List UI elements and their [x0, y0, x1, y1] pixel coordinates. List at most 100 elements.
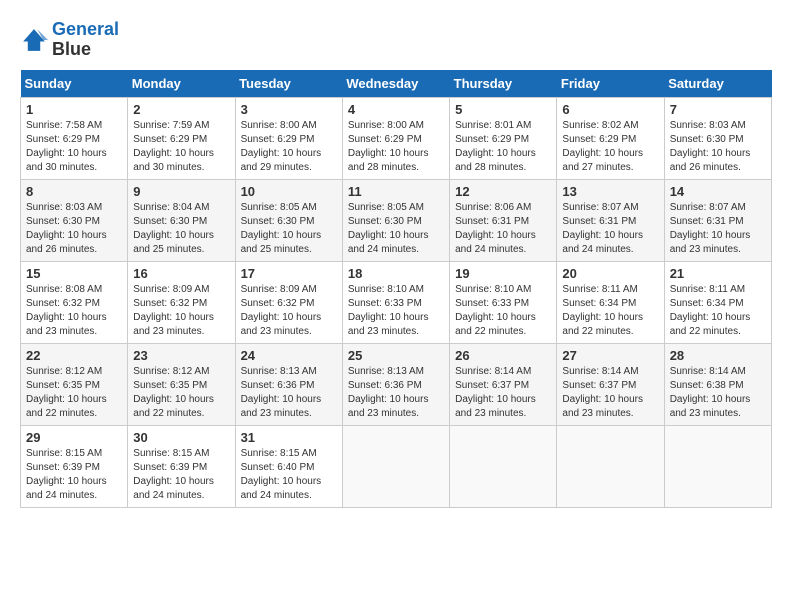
- day-number: 1: [26, 102, 122, 117]
- weekday-header-tuesday: Tuesday: [235, 70, 342, 98]
- day-info: Sunrise: 8:03 AMSunset: 6:30 PMDaylight:…: [670, 120, 751, 173]
- day-info: Sunrise: 8:13 AMSunset: 6:36 PMDaylight:…: [241, 366, 322, 419]
- calendar-cell-empty: [664, 425, 771, 507]
- day-info: Sunrise: 8:02 AMSunset: 6:29 PMDaylight:…: [562, 120, 643, 173]
- calendar-week-4: 22 Sunrise: 8:12 AMSunset: 6:35 PMDaylig…: [21, 343, 772, 425]
- calendar-cell-day-14: 14 Sunrise: 8:07 AMSunset: 6:31 PMDaylig…: [664, 179, 771, 261]
- day-number: 23: [133, 348, 229, 363]
- day-info: Sunrise: 8:14 AMSunset: 6:37 PMDaylight:…: [455, 366, 536, 419]
- calendar-table: SundayMondayTuesdayWednesdayThursdayFrid…: [20, 70, 772, 508]
- calendar-cell-day-29: 29 Sunrise: 8:15 AMSunset: 6:39 PMDaylig…: [21, 425, 128, 507]
- day-number: 18: [348, 266, 444, 281]
- calendar-cell-day-3: 3 Sunrise: 8:00 AMSunset: 6:29 PMDayligh…: [235, 97, 342, 179]
- day-info: Sunrise: 8:08 AMSunset: 6:32 PMDaylight:…: [26, 284, 107, 337]
- day-info: Sunrise: 8:04 AMSunset: 6:30 PMDaylight:…: [133, 202, 214, 255]
- day-info: Sunrise: 8:07 AMSunset: 6:31 PMDaylight:…: [670, 202, 751, 255]
- day-info: Sunrise: 8:05 AMSunset: 6:30 PMDaylight:…: [348, 202, 429, 255]
- day-number: 25: [348, 348, 444, 363]
- calendar-cell-day-13: 13 Sunrise: 8:07 AMSunset: 6:31 PMDaylig…: [557, 179, 664, 261]
- calendar-cell-day-24: 24 Sunrise: 8:13 AMSunset: 6:36 PMDaylig…: [235, 343, 342, 425]
- day-number: 28: [670, 348, 766, 363]
- weekday-header-saturday: Saturday: [664, 70, 771, 98]
- day-info: Sunrise: 8:09 AMSunset: 6:32 PMDaylight:…: [133, 284, 214, 337]
- day-info: Sunrise: 8:01 AMSunset: 6:29 PMDaylight:…: [455, 120, 536, 173]
- day-number: 3: [241, 102, 337, 117]
- calendar-cell-day-8: 8 Sunrise: 8:03 AMSunset: 6:30 PMDayligh…: [21, 179, 128, 261]
- day-number: 7: [670, 102, 766, 117]
- day-info: Sunrise: 8:10 AMSunset: 6:33 PMDaylight:…: [455, 284, 536, 337]
- calendar-cell-day-30: 30 Sunrise: 8:15 AMSunset: 6:39 PMDaylig…: [128, 425, 235, 507]
- day-info: Sunrise: 8:11 AMSunset: 6:34 PMDaylight:…: [670, 284, 751, 337]
- day-number: 30: [133, 430, 229, 445]
- day-number: 11: [348, 184, 444, 199]
- day-number: 13: [562, 184, 658, 199]
- calendar-cell-day-28: 28 Sunrise: 8:14 AMSunset: 6:38 PMDaylig…: [664, 343, 771, 425]
- calendar-cell-day-11: 11 Sunrise: 8:05 AMSunset: 6:30 PMDaylig…: [342, 179, 449, 261]
- day-number: 17: [241, 266, 337, 281]
- calendar-cell-day-9: 9 Sunrise: 8:04 AMSunset: 6:30 PMDayligh…: [128, 179, 235, 261]
- calendar-cell-day-23: 23 Sunrise: 8:12 AMSunset: 6:35 PMDaylig…: [128, 343, 235, 425]
- day-number: 9: [133, 184, 229, 199]
- day-number: 21: [670, 266, 766, 281]
- calendar-week-2: 8 Sunrise: 8:03 AMSunset: 6:30 PMDayligh…: [21, 179, 772, 261]
- calendar-cell-day-7: 7 Sunrise: 8:03 AMSunset: 6:30 PMDayligh…: [664, 97, 771, 179]
- day-number: 31: [241, 430, 337, 445]
- day-number: 5: [455, 102, 551, 117]
- day-number: 12: [455, 184, 551, 199]
- weekday-header-thursday: Thursday: [450, 70, 557, 98]
- day-info: Sunrise: 8:03 AMSunset: 6:30 PMDaylight:…: [26, 202, 107, 255]
- day-number: 27: [562, 348, 658, 363]
- calendar-cell-day-12: 12 Sunrise: 8:06 AMSunset: 6:31 PMDaylig…: [450, 179, 557, 261]
- logo-icon: [20, 26, 48, 54]
- day-info: Sunrise: 8:09 AMSunset: 6:32 PMDaylight:…: [241, 284, 322, 337]
- calendar-cell-day-15: 15 Sunrise: 8:08 AMSunset: 6:32 PMDaylig…: [21, 261, 128, 343]
- day-number: 20: [562, 266, 658, 281]
- logo-text: GeneralBlue: [52, 20, 119, 60]
- calendar-cell-empty: [342, 425, 449, 507]
- calendar-cell-day-19: 19 Sunrise: 8:10 AMSunset: 6:33 PMDaylig…: [450, 261, 557, 343]
- day-info: Sunrise: 8:06 AMSunset: 6:31 PMDaylight:…: [455, 202, 536, 255]
- day-number: 26: [455, 348, 551, 363]
- day-number: 14: [670, 184, 766, 199]
- weekday-header-sunday: Sunday: [21, 70, 128, 98]
- day-info: Sunrise: 8:14 AMSunset: 6:37 PMDaylight:…: [562, 366, 643, 419]
- calendar-cell-day-21: 21 Sunrise: 8:11 AMSunset: 6:34 PMDaylig…: [664, 261, 771, 343]
- day-number: 16: [133, 266, 229, 281]
- weekday-header-friday: Friday: [557, 70, 664, 98]
- day-info: Sunrise: 8:05 AMSunset: 6:30 PMDaylight:…: [241, 202, 322, 255]
- day-info: Sunrise: 8:12 AMSunset: 6:35 PMDaylight:…: [133, 366, 214, 419]
- day-info: Sunrise: 7:58 AMSunset: 6:29 PMDaylight:…: [26, 120, 107, 173]
- day-info: Sunrise: 7:59 AMSunset: 6:29 PMDaylight:…: [133, 120, 214, 173]
- calendar-cell-day-22: 22 Sunrise: 8:12 AMSunset: 6:35 PMDaylig…: [21, 343, 128, 425]
- day-info: Sunrise: 8:15 AMSunset: 6:39 PMDaylight:…: [133, 448, 214, 501]
- day-info: Sunrise: 8:00 AMSunset: 6:29 PMDaylight:…: [241, 120, 322, 173]
- calendar-cell-day-2: 2 Sunrise: 7:59 AMSunset: 6:29 PMDayligh…: [128, 97, 235, 179]
- calendar-cell-day-6: 6 Sunrise: 8:02 AMSunset: 6:29 PMDayligh…: [557, 97, 664, 179]
- weekday-header-monday: Monday: [128, 70, 235, 98]
- day-info: Sunrise: 8:15 AMSunset: 6:39 PMDaylight:…: [26, 448, 107, 501]
- calendar-week-5: 29 Sunrise: 8:15 AMSunset: 6:39 PMDaylig…: [21, 425, 772, 507]
- day-info: Sunrise: 8:07 AMSunset: 6:31 PMDaylight:…: [562, 202, 643, 255]
- calendar-header: SundayMondayTuesdayWednesdayThursdayFrid…: [21, 70, 772, 98]
- calendar-cell-day-10: 10 Sunrise: 8:05 AMSunset: 6:30 PMDaylig…: [235, 179, 342, 261]
- day-info: Sunrise: 8:12 AMSunset: 6:35 PMDaylight:…: [26, 366, 107, 419]
- day-info: Sunrise: 8:14 AMSunset: 6:38 PMDaylight:…: [670, 366, 751, 419]
- calendar-cell-day-16: 16 Sunrise: 8:09 AMSunset: 6:32 PMDaylig…: [128, 261, 235, 343]
- logo: GeneralBlue: [20, 20, 119, 60]
- day-number: 15: [26, 266, 122, 281]
- day-info: Sunrise: 8:00 AMSunset: 6:29 PMDaylight:…: [348, 120, 429, 173]
- calendar-cell-day-18: 18 Sunrise: 8:10 AMSunset: 6:33 PMDaylig…: [342, 261, 449, 343]
- calendar-week-1: 1 Sunrise: 7:58 AMSunset: 6:29 PMDayligh…: [21, 97, 772, 179]
- calendar-cell-day-20: 20 Sunrise: 8:11 AMSunset: 6:34 PMDaylig…: [557, 261, 664, 343]
- calendar-cell-empty: [450, 425, 557, 507]
- calendar-cell-day-4: 4 Sunrise: 8:00 AMSunset: 6:29 PMDayligh…: [342, 97, 449, 179]
- day-number: 4: [348, 102, 444, 117]
- day-number: 8: [26, 184, 122, 199]
- day-number: 6: [562, 102, 658, 117]
- calendar-week-3: 15 Sunrise: 8:08 AMSunset: 6:32 PMDaylig…: [21, 261, 772, 343]
- calendar-cell-day-26: 26 Sunrise: 8:14 AMSunset: 6:37 PMDaylig…: [450, 343, 557, 425]
- day-number: 10: [241, 184, 337, 199]
- day-number: 19: [455, 266, 551, 281]
- day-info: Sunrise: 8:10 AMSunset: 6:33 PMDaylight:…: [348, 284, 429, 337]
- weekday-header-wednesday: Wednesday: [342, 70, 449, 98]
